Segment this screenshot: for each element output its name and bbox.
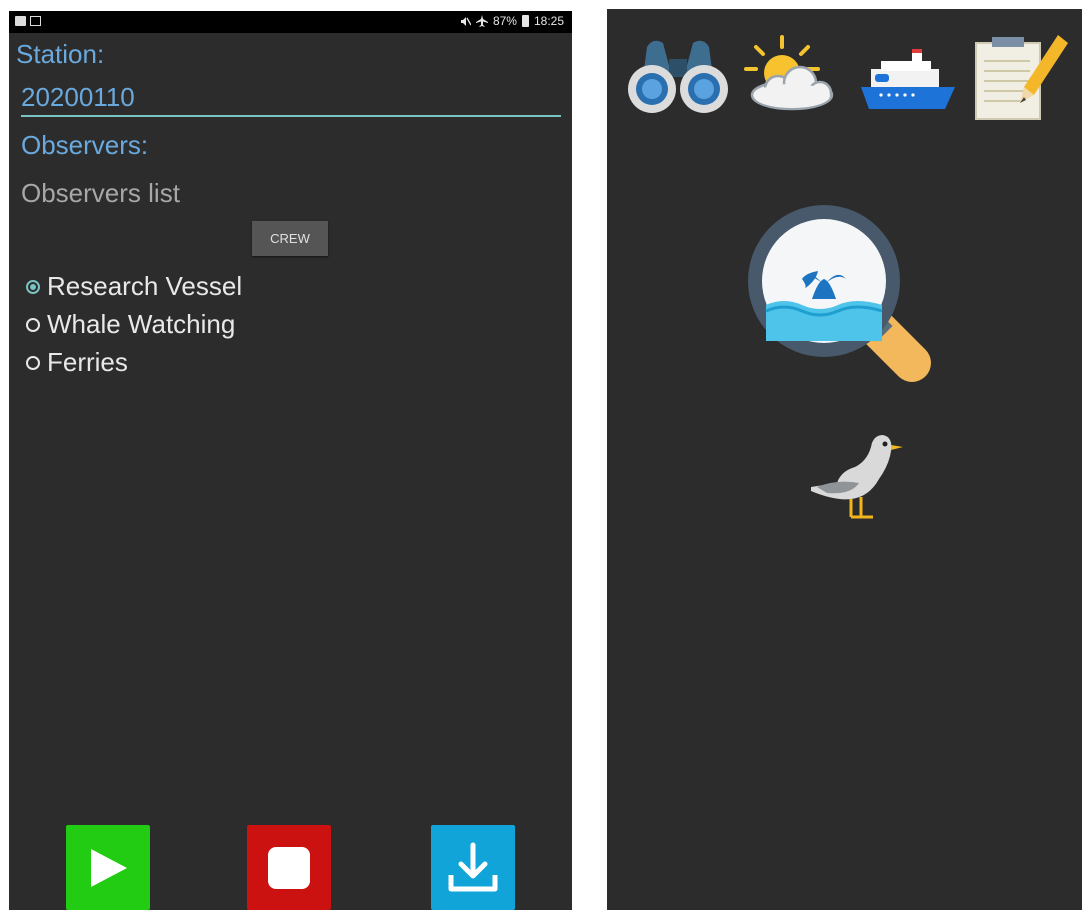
station-label: Station: (16, 39, 105, 69)
left-screen: 87% 18:25 Station: 20200110 Observers: O… (9, 11, 572, 910)
station-input-value: 20200110 (21, 82, 135, 112)
observers-list-input[interactable]: Observers list (21, 178, 180, 209)
seagull-icon[interactable] (807, 425, 903, 525)
notes-icon[interactable] (972, 33, 1072, 123)
radio-label: Ferries (47, 347, 128, 377)
radio-button[interactable] (26, 317, 40, 332)
mute-icon (460, 16, 471, 26)
right-screen (607, 9, 1082, 910)
weather-icon[interactable] (742, 33, 842, 115)
radio-button[interactable] (26, 355, 40, 370)
radio-research-vessel[interactable]: Research Vessel (26, 271, 242, 302)
radio-ferries[interactable]: Ferries (26, 347, 128, 378)
binoculars-icon[interactable] (627, 33, 729, 115)
radio-label: Research Vessel (47, 271, 243, 301)
status-left (15, 16, 41, 26)
battery-icon (521, 15, 529, 27)
airplane-icon (475, 15, 488, 27)
stop-icon (268, 846, 310, 889)
radio-button-selected[interactable] (26, 279, 40, 294)
clock: 18:25 (533, 14, 564, 28)
station-input[interactable]: 20200110 (21, 81, 561, 117)
status-bar: 87% 18:25 (9, 11, 572, 33)
play-button[interactable] (66, 825, 150, 910)
observers-label: Observers: (21, 130, 149, 160)
radio-whale-watching[interactable]: Whale Watching (26, 309, 235, 340)
download-icon (448, 842, 498, 891)
sim-icon (30, 16, 41, 26)
radio-label: Whale Watching (47, 309, 236, 339)
stop-button[interactable] (247, 825, 331, 910)
image-icon (15, 16, 26, 26)
crew-button[interactable]: CREW (252, 221, 328, 256)
play-icon (91, 848, 127, 887)
download-button[interactable] (431, 825, 515, 910)
ship-icon[interactable] (857, 33, 957, 115)
whale-search-icon[interactable] (744, 201, 954, 401)
status-right: 87% 18:25 (460, 14, 564, 28)
battery-percent: 87% (492, 14, 517, 28)
